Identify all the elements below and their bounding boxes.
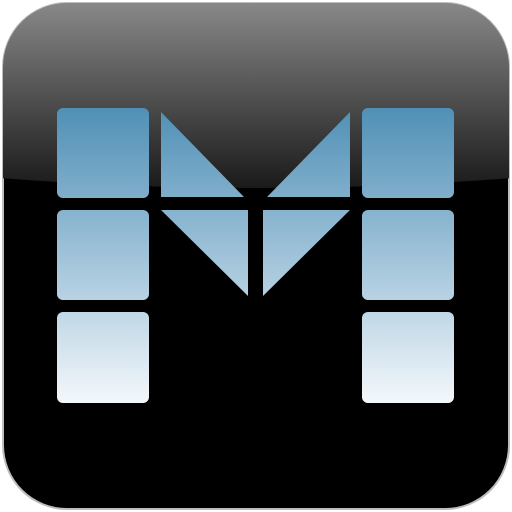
block-left-bottom bbox=[57, 312, 149, 403]
block-right-top bbox=[362, 108, 454, 198]
m-logo-icon bbox=[2, 2, 510, 510]
app-icon bbox=[0, 0, 512, 512]
block-right-middle bbox=[362, 210, 454, 300]
block-right-bottom bbox=[362, 312, 454, 403]
block-left-middle bbox=[57, 210, 149, 300]
block-left-top bbox=[57, 108, 149, 198]
